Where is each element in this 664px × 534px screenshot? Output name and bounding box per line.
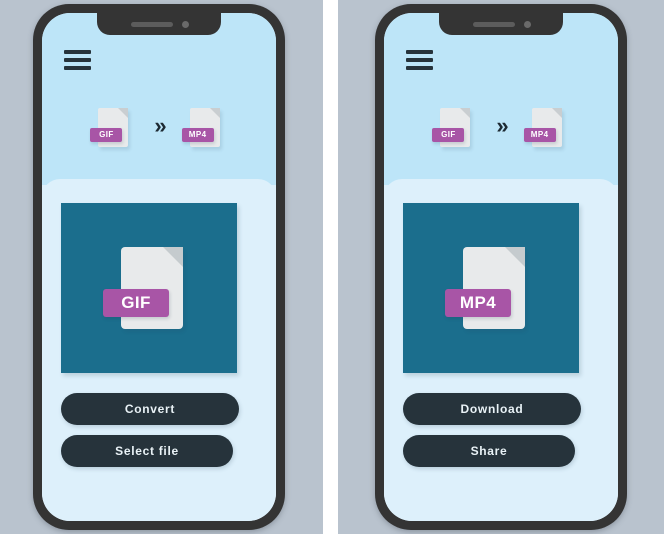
source-format-badge: GIF [432, 127, 465, 142]
page-fold-icon [118, 107, 129, 118]
speaker-grille-icon [473, 22, 515, 27]
app-mockup-stage: GIF » MP4 GIF Convert Select file GIF » … [0, 0, 664, 534]
source-format-badge: GIF [90, 127, 123, 142]
hamburger-menu-icon[interactable] [406, 50, 433, 70]
app-body-panel-convert: GIF Convert Select file [42, 179, 276, 521]
app-body-panel-result: MP4 Download Share [384, 179, 618, 521]
file-preview-result: MP4 [403, 203, 579, 373]
panel-divider [323, 0, 338, 534]
hamburger-menu-icon[interactable] [64, 50, 91, 70]
conversion-indicator-convert: GIF » MP4 [42, 99, 276, 155]
hamburger-bar [64, 58, 91, 62]
page-fold-icon [505, 247, 525, 267]
download-button[interactable]: Download [403, 393, 581, 425]
select-file-button[interactable]: Select file [61, 435, 233, 467]
file-preview-convert: GIF [61, 203, 237, 373]
share-button[interactable]: Share [403, 435, 575, 467]
hamburger-bar [64, 66, 91, 70]
preview-file-badge: MP4 [445, 289, 511, 317]
source-format-icon: GIF [90, 107, 129, 147]
target-format-icon: MP4 [181, 107, 220, 147]
page-fold-icon [163, 247, 183, 267]
target-format-badge: MP4 [523, 127, 556, 142]
hamburger-bar [406, 50, 433, 54]
preview-file-icon: GIF [103, 247, 183, 329]
speaker-grille-icon [131, 22, 173, 27]
phone-mockup-result: GIF » MP4 MP4 Download Share [375, 4, 627, 530]
preview-file-badge: GIF [103, 289, 169, 317]
phone-notch [439, 13, 563, 35]
source-format-icon: GIF [432, 107, 471, 147]
hamburger-bar [406, 66, 433, 70]
target-format-badge: MP4 [181, 127, 214, 142]
front-camera-icon [182, 21, 189, 28]
page-fold-icon [460, 107, 471, 118]
hamburger-bar [64, 50, 91, 54]
conversion-indicator-result: GIF » MP4 [384, 99, 618, 155]
target-format-icon: MP4 [523, 107, 562, 147]
convert-button[interactable]: Convert [61, 393, 239, 425]
hamburger-bar [406, 58, 433, 62]
phone-notch [97, 13, 221, 35]
app-header-convert: GIF » MP4 [42, 13, 276, 185]
preview-file-icon: MP4 [445, 247, 525, 329]
front-camera-icon [524, 21, 531, 28]
phone-mockup-convert: GIF » MP4 GIF Convert Select file [33, 4, 285, 530]
phone-screen-result: GIF » MP4 MP4 Download Share [384, 13, 618, 521]
double-chevron-right-icon: » [496, 113, 508, 138]
phone-screen-convert: GIF » MP4 GIF Convert Select file [42, 13, 276, 521]
action-buttons-result: Download Share [403, 393, 581, 467]
double-chevron-right-icon: » [154, 113, 166, 138]
page-fold-icon [209, 107, 220, 118]
action-buttons-convert: Convert Select file [61, 393, 239, 467]
app-header-result: GIF » MP4 [384, 13, 618, 185]
page-fold-icon [551, 107, 562, 118]
